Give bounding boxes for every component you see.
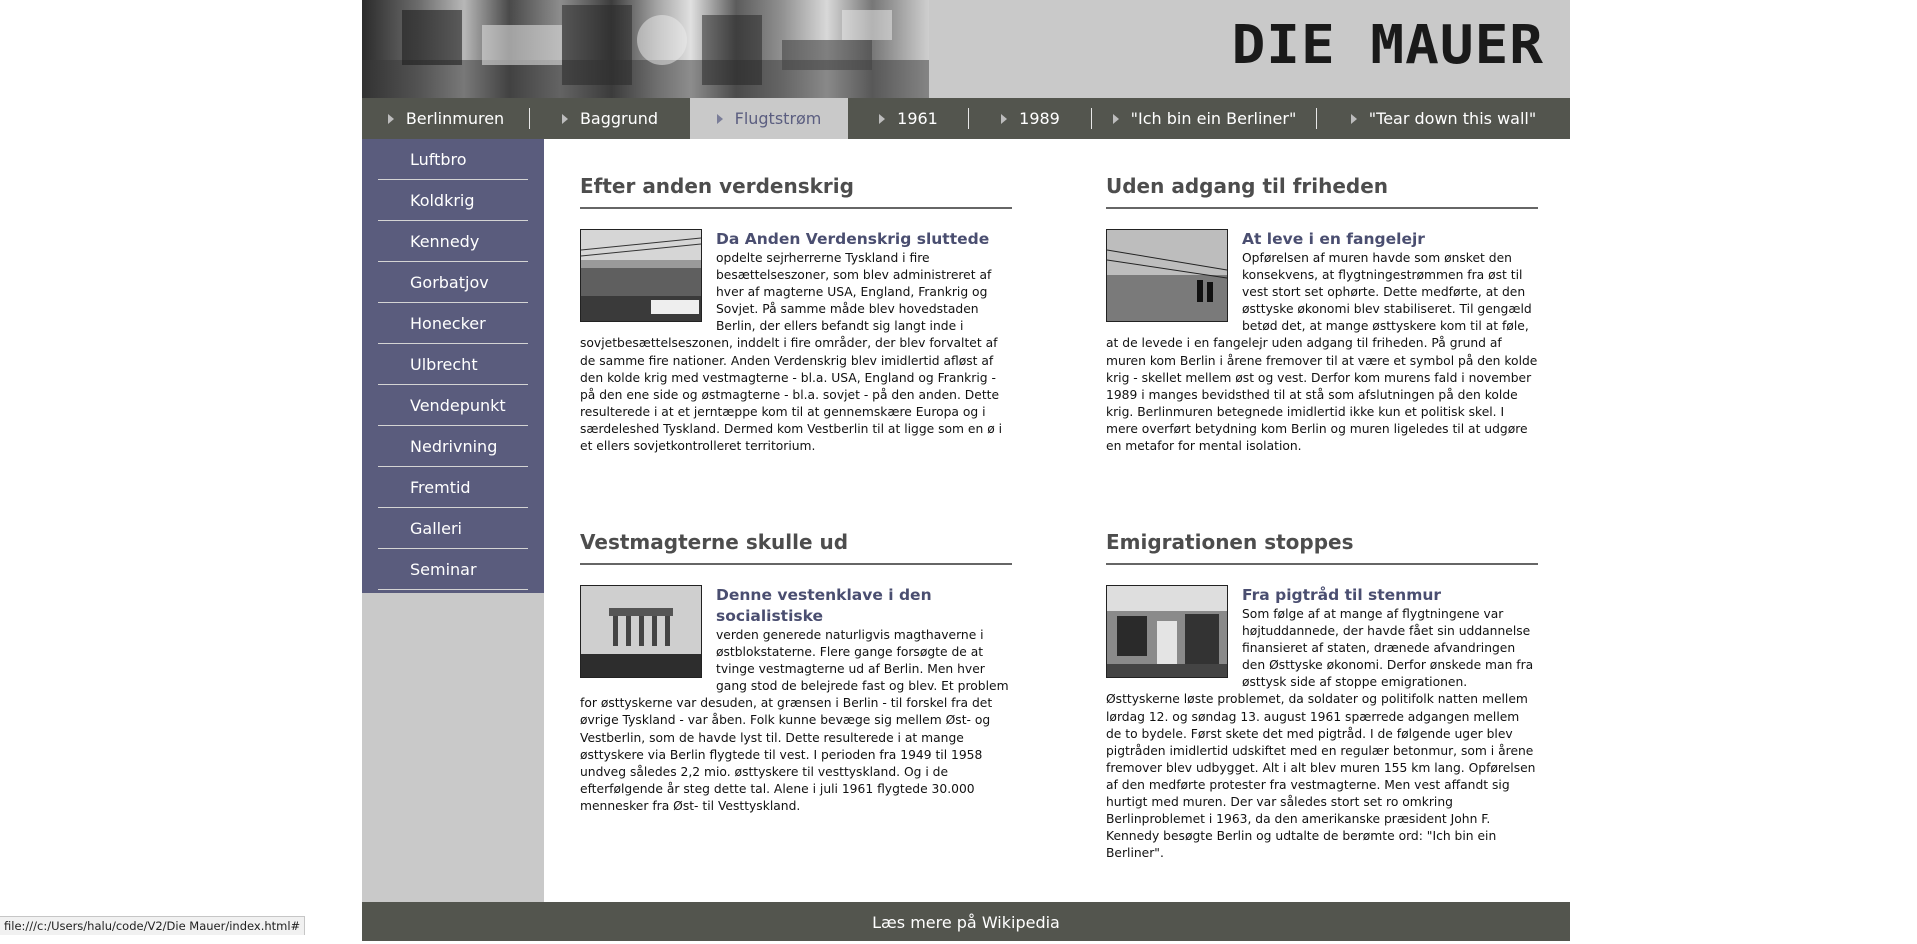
brandenburg-gate-photo xyxy=(580,585,702,678)
sidebar-item-koldkrig[interactable]: Koldkrig xyxy=(378,180,528,221)
main-content: Efter anden verdenskrig Da Anden Verdens… xyxy=(544,139,1570,902)
nav-item-flugtstrom[interactable]: Flugtstrøm xyxy=(690,98,848,139)
content-section: Efter anden verdenskrig Da Anden Verdens… xyxy=(580,171,1012,455)
article: At leve i en fangelejr Opførelsen af mur… xyxy=(1106,229,1538,455)
sidebar-item-seminar[interactable]: Seminar xyxy=(378,549,528,590)
section-heading: Efter anden verdenskrig xyxy=(580,171,1012,209)
nav-item-label: Berlinmuren xyxy=(405,109,505,128)
arrow-right-icon xyxy=(561,113,568,124)
section-heading: Uden adgang til friheden xyxy=(1106,171,1538,209)
site-header: DIE MAUER xyxy=(362,0,1570,98)
nav-item-label: Baggrund xyxy=(579,109,659,128)
nav-item-label: Flugtstrøm xyxy=(734,109,822,128)
section-heading: Emigrationen stoppes xyxy=(1106,527,1538,565)
arrow-right-icon xyxy=(387,113,394,124)
nav-item-baggrund[interactable]: Baggrund xyxy=(530,98,690,139)
browser-status-bar: file:///c:/Users/halu/code/V2/Die Mauer/… xyxy=(0,916,306,935)
sidebar-item-ulbrecht[interactable]: Ulbrecht xyxy=(378,344,528,385)
content-section: Uden adgang til friheden At leve i en fa… xyxy=(1106,171,1538,455)
content-section: Vestmagterne skulle ud Denne vestenklave xyxy=(580,527,1012,815)
sidebar-item-nedrivning[interactable]: Nedrivning xyxy=(378,426,528,467)
page-container: DIE MAUER Berlinmuren Baggrund Flugtstrø… xyxy=(362,0,1570,941)
nav-item-label: "Tear down this wall" xyxy=(1368,109,1537,128)
wikipedia-link[interactable]: Læs mere på Wikipedia xyxy=(362,902,1570,941)
photo-collage-image xyxy=(362,0,929,98)
nav-item-1989[interactable]: 1989 xyxy=(969,98,1092,139)
wall-construction-photo xyxy=(1106,585,1228,678)
nav-item-1961[interactable]: 1961 xyxy=(848,98,969,139)
nav-item-tear-down-this-wall[interactable]: "Tear down this wall" xyxy=(1317,98,1570,139)
arrow-right-icon xyxy=(879,113,886,124)
article: Da Anden Verdenskrig sluttede opdelte se… xyxy=(580,229,1012,455)
article: Denne vestenklave i den socialistiske ve… xyxy=(580,585,1012,815)
sidebar-item-vendepunkt[interactable]: Vendepunkt xyxy=(378,385,528,426)
nav-item-label: "Ich bin ein Berliner" xyxy=(1130,109,1297,128)
sidebar-item-honecker[interactable]: Honecker xyxy=(378,303,528,344)
content-section: Emigrationen stoppes Fra pigtråd til ste… xyxy=(1106,527,1538,862)
sidebar-item-galleri[interactable]: Galleri xyxy=(378,508,528,549)
article: Fra pigtråd til stenmur Som følge af at … xyxy=(1106,585,1538,862)
barbed-wire-photo xyxy=(1106,229,1228,322)
sidebar-item-kennedy[interactable]: Kennedy xyxy=(378,221,528,262)
top-navigation: Berlinmuren Baggrund Flugtstrøm 1961 198… xyxy=(362,98,1570,139)
nav-item-berlinmuren[interactable]: Berlinmuren xyxy=(362,98,530,139)
arrow-right-icon xyxy=(716,113,723,124)
arrow-right-icon xyxy=(1001,113,1008,124)
sidebar-item-fremtid[interactable]: Fremtid xyxy=(378,467,528,508)
arrow-right-icon xyxy=(1350,113,1357,124)
berlin-wall-photo xyxy=(580,229,702,322)
section-heading: Vestmagterne skulle ud xyxy=(580,527,1012,565)
sidebar-navigation: Luftbro Koldkrig Kennedy Gorbatjov Honec… xyxy=(362,139,544,593)
sidebar-item-luftbro[interactable]: Luftbro xyxy=(378,139,528,180)
sidebar-item-gorbatjov[interactable]: Gorbatjov xyxy=(378,262,528,303)
arrow-right-icon xyxy=(1112,113,1119,124)
sidebar: Luftbro Koldkrig Kennedy Gorbatjov Honec… xyxy=(362,139,544,902)
nav-item-label: 1961 xyxy=(897,109,938,128)
site-logo: DIE MAUER xyxy=(1231,14,1544,77)
nav-item-ich-bin-ein-berliner[interactable]: "Ich bin ein Berliner" xyxy=(1092,98,1317,139)
nav-item-label: 1989 xyxy=(1019,109,1060,128)
